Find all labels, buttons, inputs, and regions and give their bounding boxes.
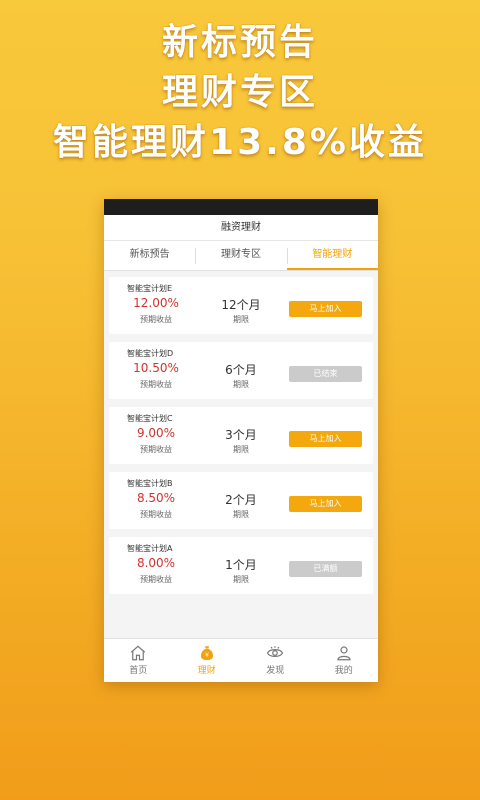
- term-label: 期限: [233, 445, 249, 454]
- rate-label: 预期收益: [140, 380, 172, 389]
- page-title: 融资理财: [104, 215, 378, 241]
- product-term: 1个月: [225, 558, 257, 572]
- product-rate: 9.00%: [136, 426, 176, 440]
- product-card[interactable]: 智能宝计划D 10.50% 预期收益 6个月 期限 已结束: [109, 342, 373, 399]
- term-label: 期限: [233, 510, 249, 519]
- full-button[interactable]: 已满额: [289, 561, 362, 577]
- nav-mine-label: 我的: [334, 666, 353, 676]
- rate-label: 预期收益: [140, 315, 172, 324]
- nav-home-label: 首页: [129, 666, 148, 676]
- product-rate: 12.00%: [133, 296, 179, 310]
- money-bag-icon: ¥: [200, 646, 213, 661]
- svg-text:¥: ¥: [205, 652, 209, 659]
- product-rate: 8.00%: [136, 556, 176, 570]
- product-name: 智能宝计划E: [127, 284, 173, 293]
- product-term: 3个月: [225, 428, 257, 442]
- tab-finance-zone[interactable]: 理财专区: [195, 241, 286, 270]
- tab-smart-finance[interactable]: 智能理财: [286, 241, 378, 270]
- phone-screen: 融资理财 新标预告 理财专区 智能理财 智能宝计划E 12.00% 预期收益 1…: [104, 199, 378, 682]
- term-label: 期限: [233, 315, 249, 324]
- tab-bar: 新标预告 理财专区 智能理财: [104, 241, 378, 271]
- bottom-nav: 首页 ¥ 理财 发现 我的: [104, 638, 378, 682]
- product-name: 智能宝计划C: [127, 414, 173, 423]
- product-name: 智能宝计划A: [127, 544, 173, 553]
- product-name: 智能宝计划B: [127, 479, 173, 488]
- product-card[interactable]: 智能宝计划A 8.00% 预期收益 1个月 期限 已满额: [109, 537, 373, 594]
- term-label: 期限: [233, 575, 249, 584]
- user-icon: [337, 646, 351, 661]
- eye-icon: [267, 646, 284, 657]
- product-rate: 8.50%: [136, 491, 176, 505]
- nav-finance-label: 理财: [197, 666, 216, 676]
- product-card[interactable]: 智能宝计划C 9.00% 预期收益 3个月 期限 马上加入: [109, 407, 373, 464]
- rate-label: 预期收益: [140, 575, 172, 584]
- nav-home[interactable]: 首页: [104, 639, 173, 682]
- join-button[interactable]: 马上加入: [289, 301, 362, 317]
- term-label: 期限: [233, 380, 249, 389]
- banner-line-1: 新标预告: [161, 22, 318, 63]
- product-term: 12个月: [221, 298, 261, 312]
- banner-line-2: 理财专区: [161, 72, 318, 113]
- join-button[interactable]: 马上加入: [289, 496, 362, 512]
- rate-label: 预期收益: [140, 510, 172, 519]
- nav-discover-label: 发现: [266, 666, 285, 676]
- tab-new-preview[interactable]: 新标预告: [104, 241, 195, 270]
- product-name: 智能宝计划D: [127, 349, 174, 358]
- rate-label: 预期收益: [140, 445, 172, 454]
- promo-banner: 新标预告 理财专区 智能理财13.8%收益: [0, 18, 480, 168]
- product-card[interactable]: 智能宝计划B 8.50% 预期收益 2个月 期限 马上加入: [109, 472, 373, 529]
- banner-line-3: 智能理财13.8%收益: [53, 122, 427, 163]
- join-button[interactable]: 马上加入: [289, 431, 362, 447]
- product-rate: 10.50%: [133, 361, 179, 375]
- product-term: 2个月: [225, 493, 257, 507]
- product-card[interactable]: 智能宝计划E 12.00% 预期收益 12个月 期限 马上加入: [109, 277, 373, 334]
- product-term: 6个月: [225, 363, 257, 377]
- status-bar: [104, 199, 378, 215]
- ended-button[interactable]: 已结束: [289, 366, 362, 382]
- nav-finance[interactable]: ¥ 理财: [173, 639, 242, 682]
- nav-mine[interactable]: 我的: [310, 639, 379, 682]
- home-icon: [131, 645, 146, 661]
- nav-discover[interactable]: 发现: [241, 639, 310, 682]
- product-list: 智能宝计划E 12.00% 预期收益 12个月 期限 马上加入 智能宝计划D 1…: [104, 271, 378, 594]
